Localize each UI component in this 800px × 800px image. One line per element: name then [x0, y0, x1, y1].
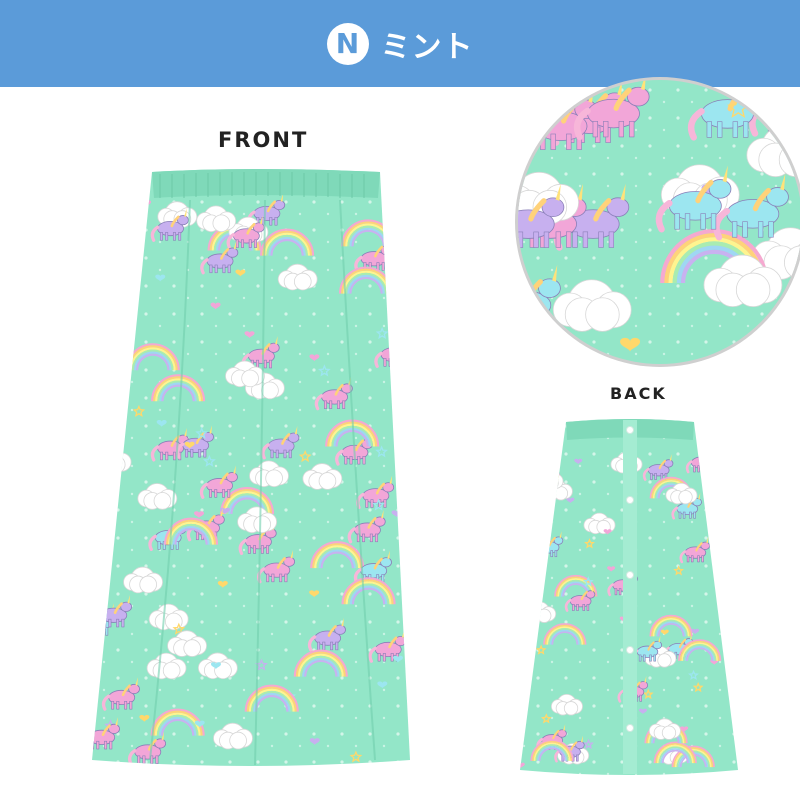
heart-icon	[551, 470, 560, 477]
unicorn-icon	[714, 562, 738, 584]
unicorn-icon	[92, 452, 114, 485]
front-skirt-image	[92, 169, 410, 766]
fabric-detail-zoom-image	[515, 77, 800, 367]
rainbow-icon	[92, 218, 134, 246]
cloud-icon	[531, 468, 564, 491]
back-skirt-image	[520, 419, 738, 775]
product-illustration	[92, 77, 800, 775]
rainbow-icon	[520, 462, 563, 485]
rainbow-icon	[718, 423, 738, 445]
cloud-icon	[520, 490, 541, 512]
unicorn-icon	[101, 271, 140, 305]
star-icon	[395, 448, 409, 461]
